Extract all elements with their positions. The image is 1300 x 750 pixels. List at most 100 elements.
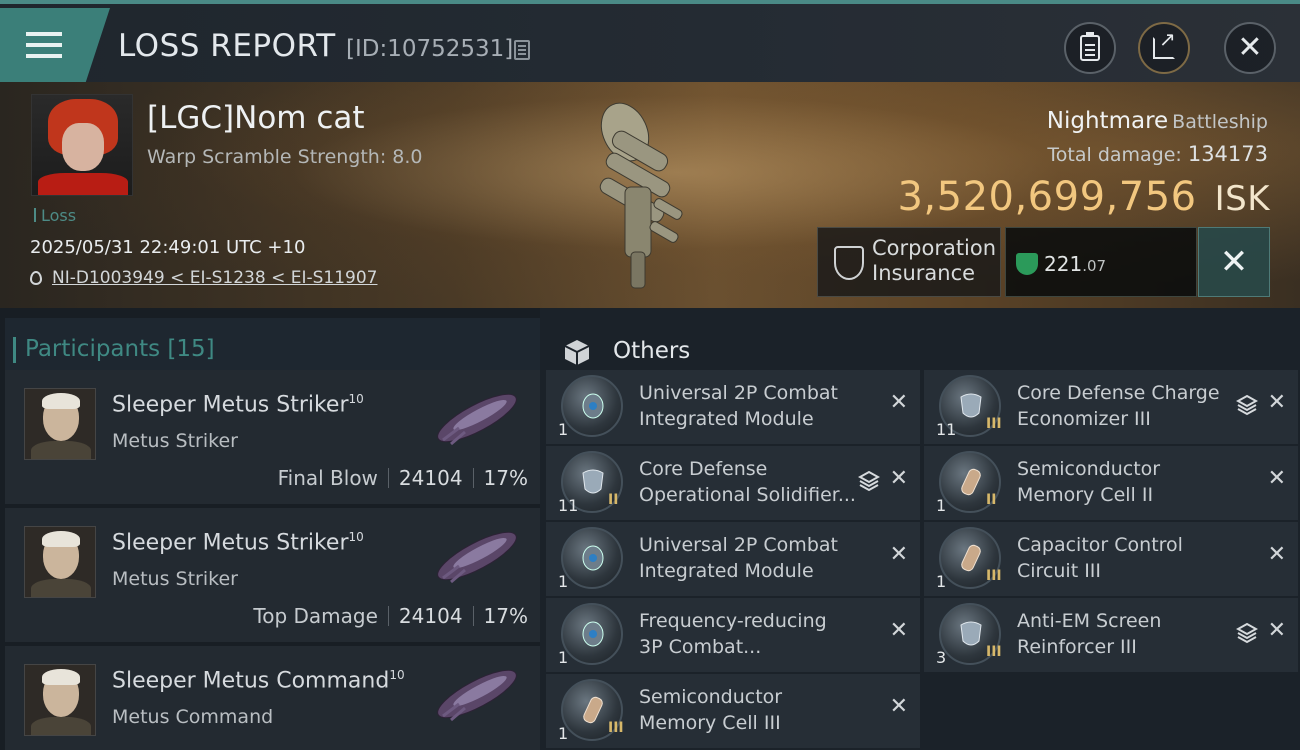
loss-location[interactable]: NI-D1003949 < EI-S1238 < EI-S11907 <box>30 268 377 288</box>
item-tier: III <box>986 416 1002 432</box>
report-id: [ID:10752531] <box>346 36 514 62</box>
close-icon[interactable]: ✕ <box>890 544 908 566</box>
item-tier: II <box>986 492 997 508</box>
victim-banner: [LGC]Nom cat Warp Scramble Strength: 8.0… <box>0 82 1300 308</box>
plex-icon <box>1016 253 1038 275</box>
participant-ship: Metus Command <box>112 706 274 728</box>
page-title: LOSS REPORT <box>118 28 336 64</box>
copy-id-icon[interactable] <box>514 40 530 60</box>
clipboard-icon <box>1080 32 1100 61</box>
close-icon[interactable]: ✕ <box>1268 392 1286 414</box>
participants-panel: Participants [15] Sleeper Metus Striker1… <box>0 308 540 750</box>
combat-module-icon <box>561 603 623 665</box>
total-damage-value: 134173 <box>1187 142 1268 166</box>
tools-icon: ✕ <box>1219 242 1249 282</box>
ship-name: Nightmare <box>1046 108 1169 134</box>
participant-portrait <box>24 526 96 598</box>
participants-label: Participants [15] <box>13 336 215 363</box>
location-pin-icon <box>30 271 42 285</box>
item-tier: II <box>608 492 619 508</box>
dropped-item[interactable]: 11 II Core Defense Operational Solidifier..… <box>546 446 920 520</box>
item-quantity: 3 <box>936 648 947 667</box>
plex-price: 221.07 <box>1005 227 1197 297</box>
participant-row[interactable]: Sleeper Metus Striker10 Metus Striker To… <box>5 508 540 642</box>
item-quantity: 11 <box>558 496 579 515</box>
close-icon[interactable]: ✕ <box>1268 544 1286 566</box>
dropped-item[interactable]: 1 III Semiconductor Memory Cell III ✕ <box>546 674 920 748</box>
close-button[interactable]: ✕ <box>1224 22 1276 74</box>
item-quantity: 11 <box>936 420 957 439</box>
plex-price-value: 221.07 <box>1044 252 1107 276</box>
item-tier: III <box>608 720 624 736</box>
participant-ship-image <box>437 531 517 584</box>
stack-icon <box>1236 622 1258 644</box>
victim-pilot-name[interactable]: [LGC]Nom cat <box>147 100 365 136</box>
item-name: Core Defense Operational Solidifier... <box>639 458 856 506</box>
participant-row[interactable]: Sleeper Metus Striker10 Metus Striker Fi… <box>5 370 540 504</box>
close-icon[interactable]: ✕ <box>890 620 908 642</box>
close-icon: ✕ <box>1237 30 1263 65</box>
item-tier: III <box>986 568 1002 584</box>
close-icon[interactable]: ✕ <box>1268 468 1286 490</box>
total-damage: Total damage: 134173 <box>1047 142 1268 166</box>
participant-portrait <box>24 388 96 460</box>
dropped-item[interactable]: 1 II Semiconductor Memory Cell II ✕ <box>924 446 1298 520</box>
share-icon <box>1153 27 1176 59</box>
menu-button[interactable] <box>0 8 110 82</box>
item-quantity: 1 <box>558 572 569 591</box>
dropped-item[interactable]: 1 III Capacitor Control Circuit III ✕ <box>924 522 1298 596</box>
dropped-item[interactable]: 11 III Core Defense Charge Economizer III ✕ <box>924 370 1298 444</box>
isk-value: 3,520,699,756 ISK <box>897 174 1270 220</box>
stack-icon <box>858 470 880 492</box>
participant-ship-image <box>437 393 517 446</box>
fitting-button[interactable]: ✕ <box>1198 227 1270 297</box>
dropped-item[interactable]: 1 Frequency-reducing 3P Combat... ✕ <box>546 598 920 672</box>
participant-ship: Metus Striker <box>112 568 238 590</box>
warp-scramble-strength: Warp Scramble Strength: 8.0 <box>147 146 423 168</box>
combat-module-icon <box>561 375 623 437</box>
share-button[interactable] <box>1138 22 1190 74</box>
item-name: Core Defense Charge Economizer III <box>1017 382 1220 430</box>
item-name: Semiconductor Memory Cell II <box>1017 458 1161 506</box>
participant-name: Sleeper Metus Command10 <box>112 668 405 694</box>
item-name: Semiconductor Memory Cell III <box>639 686 783 734</box>
participant-row[interactable]: Sleeper Metus Command10 Metus Command <box>5 646 540 750</box>
others-header: Others <box>540 318 1300 376</box>
dropped-item[interactable]: 1 Universal 2P Combat Integrated Module ✕ <box>546 370 920 444</box>
item-tier: III <box>986 644 1002 660</box>
participant-name: Sleeper Metus Striker10 <box>112 392 364 418</box>
others-label: Others <box>613 338 691 364</box>
hamburger-menu-icon <box>26 32 62 60</box>
participants-header[interactable]: Participants [15] <box>5 318 540 376</box>
dropped-item[interactable]: 3 III Anti-EM Screen Reinforcer III ✕ <box>924 598 1298 672</box>
cube-icon <box>564 340 590 365</box>
stack-icon <box>1236 394 1258 416</box>
item-name: Capacitor Control Circuit III <box>1017 534 1183 582</box>
close-icon[interactable]: ✕ <box>890 696 908 718</box>
item-quantity: 1 <box>558 420 569 439</box>
participant-portrait <box>24 664 96 736</box>
insurance-label: Corporation Insurance <box>872 236 997 285</box>
participant-stats: Top Damage 24104 17% <box>253 604 528 628</box>
insurance-shield-icon <box>834 246 864 280</box>
participant-name: Sleeper Metus Striker10 <box>112 530 364 556</box>
close-icon[interactable]: ✕ <box>1268 620 1286 642</box>
loss-tag: Loss <box>34 206 76 225</box>
close-icon[interactable]: ✕ <box>890 468 908 490</box>
victim-ship-image <box>599 102 683 289</box>
location-link[interactable]: NI-D1003949 < EI-S1238 < EI-S11907 <box>52 268 377 288</box>
victim-avatar[interactable] <box>31 94 133 196</box>
ship-class: Battleship <box>1172 111 1268 133</box>
close-icon[interactable]: ✕ <box>890 392 908 414</box>
isk-amount: 3,520,699,756 <box>897 174 1197 220</box>
item-quantity: 1 <box>936 496 947 515</box>
combat-module-icon <box>561 527 623 589</box>
participant-ship: Metus Striker <box>112 430 238 452</box>
clipboard-button[interactable] <box>1064 22 1116 74</box>
top-bar: LOSS REPORT [ID:10752531] ✕ <box>0 0 1300 82</box>
item-quantity: 1 <box>558 724 569 743</box>
isk-unit: ISK <box>1214 179 1270 219</box>
corporation-insurance-button[interactable]: Corporation Insurance <box>817 227 1001 297</box>
dropped-item[interactable]: 1 Universal 2P Combat Integrated Module ✕ <box>546 522 920 596</box>
total-damage-label: Total damage: <box>1047 144 1182 166</box>
